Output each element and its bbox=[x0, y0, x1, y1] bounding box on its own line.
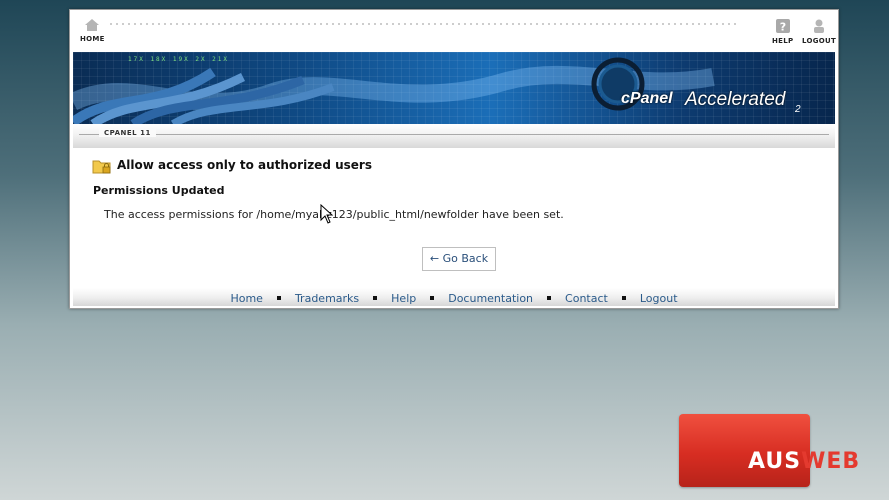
logo-brand: cPanel bbox=[621, 90, 673, 107]
cursor-icon bbox=[320, 204, 334, 224]
topbar-divider bbox=[108, 22, 740, 26]
footer-links: Home Trademarks Help Documentation Contact Lo… bbox=[73, 292, 835, 305]
footer-bar: Home Trademarks Help Documentation Contact Lo… bbox=[73, 288, 835, 306]
cpanel-window: HOME ? HELP LOGOUT 17X 18X 19X 2X 21X cP… bbox=[69, 9, 839, 309]
help-label: HELP bbox=[772, 37, 794, 45]
footer-separator bbox=[621, 296, 626, 300]
top-nav-bar: HOME ? HELP LOGOUT bbox=[70, 10, 838, 52]
help-button[interactable]: ? HELP bbox=[772, 18, 793, 45]
home-label: HOME bbox=[80, 35, 105, 43]
svg-text:?: ? bbox=[780, 21, 786, 34]
go-back-button[interactable]: ← Go Back bbox=[422, 247, 496, 271]
logout-button[interactable]: LOGOUT bbox=[802, 18, 836, 45]
footer-separator bbox=[373, 296, 378, 300]
footer-separator bbox=[430, 296, 435, 300]
banner-ticker: 17X 18X 19X 2X 21X bbox=[128, 56, 230, 63]
page-title: Allow access only to authorized users bbox=[117, 158, 372, 172]
footer-link-contact[interactable]: Contact bbox=[565, 292, 608, 305]
footer-separator bbox=[276, 296, 281, 300]
status-heading: Permissions Updated bbox=[93, 184, 225, 197]
home-icon bbox=[85, 19, 100, 31]
footer-link-home[interactable]: Home bbox=[230, 292, 262, 305]
logout-label: LOGOUT bbox=[802, 37, 837, 45]
ausweb-watermark: AUSWEB bbox=[748, 449, 860, 474]
footer-separator bbox=[547, 296, 552, 300]
logo-version: 2 bbox=[795, 104, 801, 115]
footer-link-help[interactable]: Help bbox=[391, 292, 416, 305]
footer-link-trademarks[interactable]: Trademarks bbox=[295, 292, 359, 305]
breadcrumb[interactable]: CPANEL 11 bbox=[99, 129, 156, 137]
cpanel-banner: 17X 18X 19X 2X 21X cPanel Accelerated 2 bbox=[73, 52, 835, 124]
footer-link-documentation[interactable]: Documentation bbox=[448, 292, 533, 305]
logout-icon bbox=[814, 19, 825, 33]
breadcrumb-line bbox=[79, 134, 829, 135]
logo-product: Accelerated bbox=[685, 89, 786, 110]
breadcrumb-bar: CPANEL 11 bbox=[73, 124, 835, 148]
footer-link-logout[interactable]: Logout bbox=[640, 292, 678, 305]
home-button[interactable]: HOME bbox=[80, 18, 105, 43]
watermark-part1: AUS bbox=[748, 449, 802, 474]
folder-lock-icon bbox=[92, 160, 111, 174]
help-icon: ? bbox=[775, 19, 790, 34]
watermark-part2: WEB bbox=[801, 449, 861, 474]
